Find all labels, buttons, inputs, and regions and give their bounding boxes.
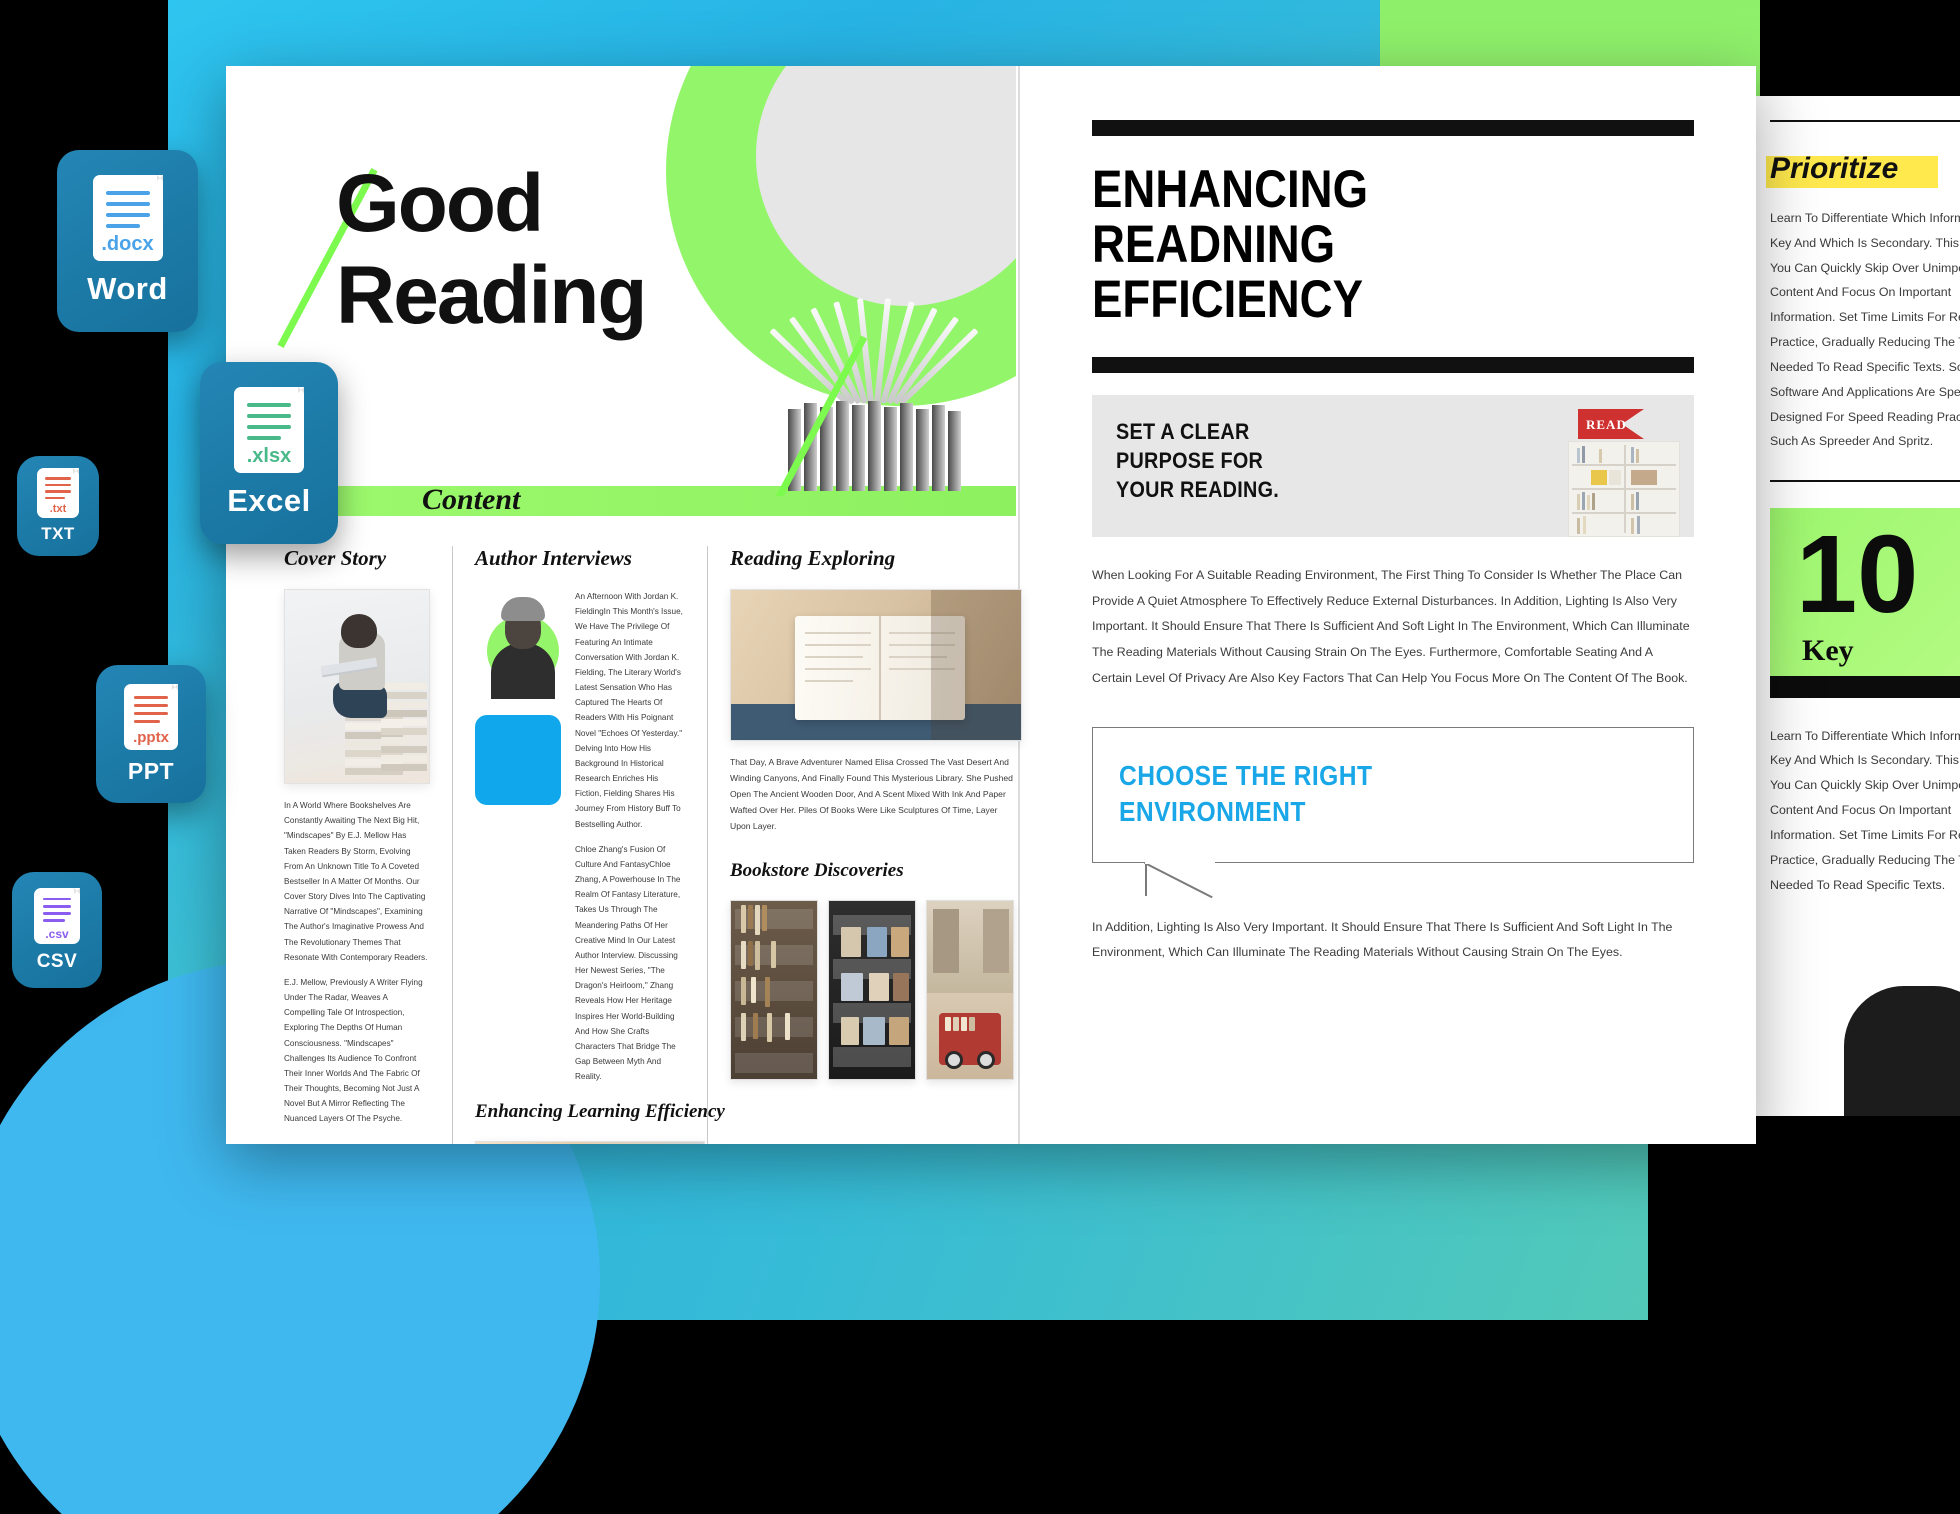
word-badge-label: Word — [87, 271, 168, 306]
far-page-key-block: 10 Key — [1770, 507, 1960, 698]
bookstore-photo-2 — [828, 900, 916, 1081]
bookstore-photo-1 — [730, 900, 818, 1081]
column-author-interviews: Author Interviews An Afternoon With Jord… — [452, 546, 725, 1144]
right-page-body: When Looking For A Suitable Reading Envi… — [1092, 568, 1690, 685]
blue-accent-box — [475, 715, 561, 805]
hero-title-line-1: Good — [336, 158, 544, 249]
author-portrait — [475, 589, 561, 699]
far-page-heading-text: Prioritize — [1770, 152, 1899, 185]
txt-badge-label: TXT — [41, 524, 75, 543]
excel-badge-label: Excel — [227, 483, 311, 518]
column-cover-story: Cover Story In A World Where Bookshelves… — [262, 546, 452, 1144]
column-heading-author-interviews: Author Interviews — [475, 546, 632, 570]
bubble-text: CHOOSE THE RIGHT ENVIRONMENT — [1119, 758, 1601, 830]
author-paragraph-2: Chloe Zhang's Fusion Of Culture And Fant… — [575, 844, 681, 1082]
boy-head — [341, 614, 377, 648]
ppt-badge-label: PPT — [127, 757, 175, 784]
cover-story-body: In A World Where Bookshelves Are Constan… — [284, 798, 430, 1127]
photo-bookshelf — [1568, 441, 1680, 538]
cover-story-paragraph-2: E.J. Mellow, Previously A Writer Flying … — [284, 977, 423, 1124]
hero-subtitle: Content — [422, 483, 521, 516]
bookstore-photo-strip — [730, 900, 1015, 1081]
right-page-title: ENHANCING READNING EFFICIENCY — [1092, 162, 1610, 327]
txt-file-icon: .txt — [37, 468, 79, 518]
photo-person-with-tablet — [475, 1140, 705, 1144]
far-page-heading: Prioritize — [1766, 152, 1939, 188]
far-page-rule-mid — [1770, 480, 1960, 482]
file-badge-csv[interactable]: .csv CSV — [12, 872, 102, 988]
hero-banner: Good Reading — [226, 66, 1016, 496]
right-title-line-1: ENHANCING — [1092, 160, 1369, 219]
author-paragraph-1: An Afternoon With Jordan K. FieldingIn T… — [575, 592, 683, 829]
choose-environment-bubble: CHOOSE THE RIGHT ENVIRONMENT — [1092, 727, 1694, 896]
purpose-line-3: YOUR READING. — [1116, 477, 1280, 503]
column-heading-cover-story: Cover Story — [284, 546, 387, 570]
screenshot-stage: Prioritize Learn To Differentiate Which … — [0, 0, 1960, 1514]
photo-boy-on-books — [284, 589, 430, 784]
csv-ext-label: .csv — [45, 926, 69, 941]
book-cart — [939, 1013, 1001, 1070]
far-page-black-bar — [1770, 675, 1960, 698]
file-badge-ppt[interactable]: .pptx PPT — [96, 665, 206, 803]
pptx-file-icon: .pptx — [124, 683, 178, 750]
portrait-hat — [501, 597, 545, 621]
xlsx-file-icon: .xlsx — [234, 387, 304, 473]
right-title-line-3: EFFICIENCY — [1092, 270, 1363, 330]
far-page-big-number: 10 — [1796, 512, 1919, 636]
read-flag-label: READ — [1586, 417, 1627, 433]
hero-title-line-2: Reading — [336, 249, 647, 341]
purpose-line-2: PURPOSE FOR — [1116, 448, 1264, 474]
file-badge-word[interactable]: .docx Word — [57, 150, 198, 332]
far-page-person-silhouette — [1844, 986, 1960, 1116]
docx-ext-label: .docx — [101, 233, 154, 255]
purpose-text: SET A CLEAR PURPOSE FOR YOUR READING. — [1116, 417, 1636, 504]
author-interviews-body: An Afternoon With Jordan K. FieldingIn T… — [575, 589, 685, 1085]
portrait-body — [491, 643, 555, 699]
xlsx-ext-label: .xlsx — [246, 445, 292, 467]
right-page-rule-bottom — [1092, 357, 1694, 374]
file-badge-excel[interactable]: .xlsx Excel — [200, 362, 338, 544]
far-page-body-2: Learn To Differentiate Which Information… — [1770, 728, 1960, 892]
sub-heading-enhancing-learning-efficiency: Enhancing Learning Efficiency — [475, 1100, 725, 1122]
sub-heading-bookstore-discoveries: Bookstore Discoveries — [730, 860, 904, 882]
csv-badge-label: CSV — [36, 950, 78, 972]
column-reading-exploring: Reading Exploring That Day, A Brave Adve… — [707, 546, 1037, 1144]
reading-exploring-caption: That Day, A Brave Adventurer Named Elisa… — [730, 757, 1013, 831]
bubble-line-1: CHOOSE THE RIGHT — [1119, 760, 1373, 792]
pptx-ext-label: .pptx — [133, 728, 169, 746]
book-stack-b — [381, 683, 427, 783]
far-right-page: Prioritize Learn To Differentiate Which … — [1748, 96, 1960, 1116]
read-pennant-icon: READ — [1578, 409, 1666, 440]
right-page-body-2: In Addition, Lighting Is Also Very Impor… — [1092, 919, 1673, 960]
far-page-body: Learn To Differentiate Which Information… — [1770, 211, 1960, 449]
bookstore-photo-3 — [926, 900, 1014, 1081]
csv-file-icon: .csv — [34, 887, 80, 944]
reading-book-spine — [879, 616, 881, 720]
right-page: ENHANCING READNING EFFICIENCY SET A CLEA… — [1046, 66, 1756, 1144]
txt-ext-label: .txt — [49, 503, 67, 515]
far-page-rule-top — [1770, 120, 1960, 122]
column-heading-reading-exploring: Reading Exploring — [730, 546, 896, 570]
file-badge-txt[interactable]: .txt TXT — [17, 456, 99, 556]
photo-person-reading-book — [730, 589, 1022, 741]
bubble-line-2: ENVIRONMENT — [1119, 795, 1306, 827]
purpose-line-1: SET A CLEAR — [1116, 419, 1250, 445]
bubble-tail-mask — [1145, 859, 1215, 864]
far-page-key-word: Key — [1802, 633, 1854, 667]
reading-shadow — [931, 590, 1021, 740]
bubble-tail — [1145, 861, 1215, 896]
right-title-line-2: READNING — [1092, 215, 1336, 275]
cover-story-paragraph-1: In A World Where Bookshelves Are Constan… — [284, 801, 428, 962]
document-spread[interactable]: Good Reading Content Cover Story In A Wo… — [226, 66, 1756, 1144]
docx-file-icon: .docx — [92, 175, 163, 261]
hero-title: Good Reading — [336, 158, 806, 342]
set-purpose-callout: SET A CLEAR PURPOSE FOR YOUR READING. RE… — [1092, 395, 1694, 538]
right-page-rule-top — [1092, 120, 1694, 136]
